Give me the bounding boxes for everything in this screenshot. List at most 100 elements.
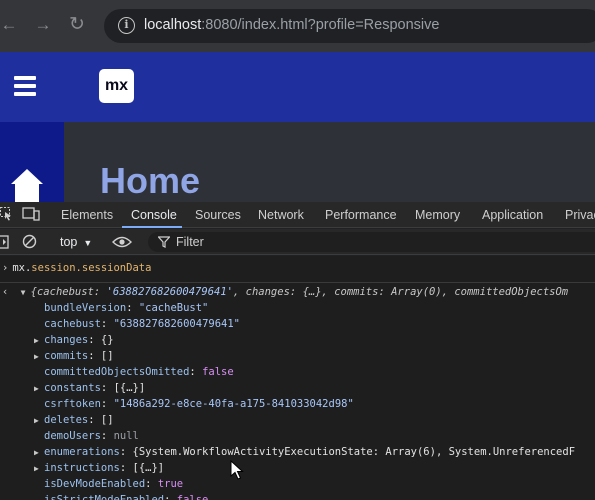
colon: : — [189, 366, 203, 378]
tab-memory[interactable]: Memory — [415, 208, 460, 222]
property-row: bundleVersion: "cacheBust" — [34, 302, 208, 314]
tab-network[interactable]: Network — [258, 208, 304, 222]
tab-elements[interactable]: Elements — [61, 208, 113, 222]
console-toolbar: top ▼ Filter — [0, 229, 595, 255]
property-value: null — [113, 430, 139, 442]
property-row[interactable]: ▶ enumerations: {System.WorkflowActivityE… — [34, 446, 575, 458]
property-value: [{…}] — [132, 462, 165, 474]
property-row[interactable]: ▶ deletes: [] — [34, 414, 114, 426]
property-key: commits — [44, 350, 89, 362]
colon: : — [88, 414, 101, 426]
summary-key4: committedObjectsOm — [454, 286, 569, 298]
property-row[interactable]: ▶ changes: {} — [34, 334, 114, 346]
property-value: false — [202, 366, 234, 378]
url-text[interactable]: localhost:8080/index.html?profile=Respon… — [144, 17, 439, 33]
command-object: mx. — [12, 262, 32, 274]
property-value: true — [157, 478, 184, 490]
clear-console-icon[interactable] — [22, 234, 37, 249]
context-select[interactable]: top ▼ — [60, 235, 92, 249]
tab-sources[interactable]: Sources — [195, 208, 241, 222]
app-viewport: mx Home — [0, 52, 595, 202]
property-key: committedObjectsOmitted — [44, 366, 190, 378]
colon: : — [100, 318, 114, 330]
active-tab-indicator — [122, 226, 182, 228]
property-row: demoUsers: null — [34, 430, 139, 442]
tab-privacy[interactable]: Privac — [565, 208, 595, 222]
mouse-cursor-icon — [230, 460, 244, 480]
property-key: csrftoken — [44, 398, 101, 410]
summary-key3: commits — [334, 286, 379, 298]
property-key: instructions — [44, 462, 120, 474]
property-key: demoUsers — [44, 430, 101, 442]
expand-triangle-icon[interactable]: ▼ — [21, 288, 31, 297]
result-summary-row[interactable]: ‹ ▼ {cachebust: '638827682600479641', cha… — [2, 286, 568, 298]
property-row: isStrictModeEnabled: false — [34, 494, 208, 500]
tab-application[interactable]: Application — [482, 208, 543, 222]
colon: : — [88, 334, 101, 346]
divider — [0, 282, 595, 283]
app-logo[interactable]: mx — [99, 69, 134, 103]
property-value: {} — [100, 334, 114, 346]
property-value: [{…}] — [113, 382, 146, 394]
browser-toolbar: ← → ↻ i localhost:8080/index.html?profil… — [0, 0, 595, 52]
filter-input[interactable]: Filter — [148, 232, 595, 252]
expand-triangle-icon[interactable]: ▶ — [34, 464, 44, 473]
tab-performance[interactable]: Performance — [325, 208, 397, 222]
inspect-element-icon[interactable] — [0, 207, 12, 221]
summary-key1: cachebust — [36, 286, 94, 298]
expand-triangle-icon[interactable]: ▶ — [34, 448, 44, 457]
result-chevron-icon: ‹ — [2, 286, 9, 298]
colon: : — [119, 462, 133, 474]
colon: : — [145, 478, 158, 490]
summary-val3: Array(0) — [391, 286, 442, 298]
property-value: [] — [100, 414, 114, 426]
colon: : — [100, 382, 114, 394]
property-value: false — [176, 494, 209, 500]
property-key: isStrictModeEnabled — [44, 494, 165, 500]
filter-placeholder: Filter — [176, 235, 204, 249]
property-key: changes — [44, 334, 89, 346]
property-row[interactable]: ▶ instructions: [{…}] — [34, 462, 164, 474]
device-toolbar-icon[interactable] — [22, 207, 40, 221]
live-expression-eye-icon[interactable] — [112, 236, 132, 248]
expand-triangle-icon[interactable]: ▶ — [34, 336, 44, 345]
console-sidebar-icon[interactable] — [0, 235, 10, 249]
property-key: constants — [44, 382, 101, 394]
property-value: "638827682600479641" — [113, 318, 240, 330]
property-key: deletes — [44, 414, 89, 426]
arrow-left-icon[interactable]: ← — [0, 14, 20, 36]
property-row: cachebust: "638827682600479641" — [34, 318, 240, 330]
property-row[interactable]: ▶ constants: [{…}] — [34, 382, 145, 394]
expand-triangle-icon[interactable]: ▶ — [34, 352, 44, 361]
arrow-right-icon[interactable]: → — [32, 14, 54, 36]
app-header: mx — [0, 52, 595, 122]
expand-triangle-icon[interactable]: ▶ — [34, 384, 44, 393]
property-row: csrftoken: "1486a292-e8ce-40fa-a175-8410… — [34, 398, 354, 410]
context-value: top — [60, 235, 78, 249]
house-icon[interactable] — [10, 167, 44, 202]
info-icon[interactable]: i — [118, 17, 135, 34]
expand-triangle-icon[interactable]: ▶ — [34, 416, 44, 425]
property-row[interactable]: ▶ commits: [] — [34, 350, 114, 362]
property-key: bundleVersion — [44, 302, 127, 314]
property-key: isDevModeEnabled — [44, 478, 146, 490]
property-value: [] — [100, 350, 114, 362]
reload-icon[interactable]: ↻ — [66, 14, 88, 36]
colon: : — [119, 446, 133, 458]
console-output: › mx.session.sessionData ‹ ▼ {cachebust: '… — [0, 256, 595, 500]
property-row: committedObjectsOmitted: false — [34, 366, 234, 378]
property-value: "1486a292-e8ce-40fa-a175-841033042d98" — [113, 398, 354, 410]
property-key: cachebust — [44, 318, 101, 330]
summary-val2: {…} — [302, 286, 322, 298]
tab-console[interactable]: Console — [131, 208, 177, 222]
colon: : — [88, 350, 101, 362]
hamburger-icon[interactable] — [14, 76, 36, 96]
colon: : — [100, 398, 114, 410]
prompt-chevron-icon: › — [2, 262, 9, 274]
chevron-down-icon: ▼ — [83, 238, 93, 248]
console-command-row[interactable]: › mx.session.sessionData — [2, 262, 151, 274]
address-bar[interactable]: i localhost:8080/index.html?profile=Resp… — [104, 9, 595, 43]
colon: : — [126, 302, 139, 314]
summary-val1: '638827682600479641' — [106, 286, 233, 298]
property-value: {System.WorkflowActivityExecutionState: … — [132, 446, 576, 458]
